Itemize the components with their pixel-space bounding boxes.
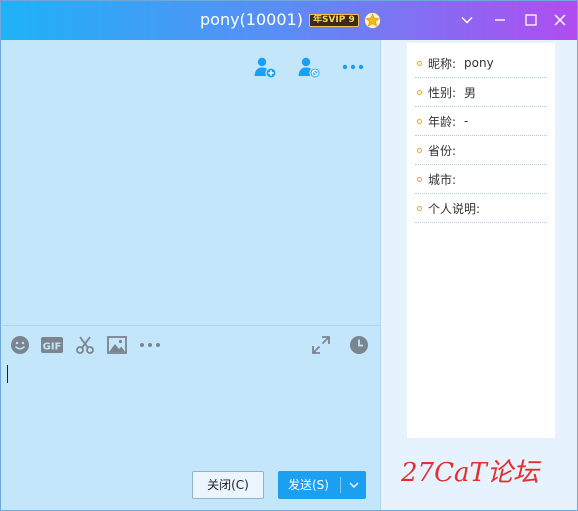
- gif-icon[interactable]: GIF: [40, 333, 64, 357]
- add-friend-icon[interactable]: [252, 54, 278, 80]
- more-icon[interactable]: [138, 333, 162, 357]
- title-bar[interactable]: pony(10001) 年SVIP 9: [1, 1, 577, 40]
- emoji-icon[interactable]: [8, 333, 32, 357]
- image-icon[interactable]: [105, 333, 129, 357]
- bullet-icon: [417, 118, 422, 124]
- star-icon: [364, 12, 380, 28]
- minimize-icon[interactable]: [489, 9, 511, 31]
- profile-panel: 昵称: pony 性别: 男 年龄: - 省份: 城市: 个人说明:: [381, 40, 577, 510]
- expand-icon[interactable]: [309, 333, 333, 357]
- profile-value: pony: [464, 56, 494, 70]
- watermark: 27CaT论坛: [400, 458, 542, 488]
- send-separator: [340, 477, 341, 493]
- profile-card: 昵称: pony 性别: 男 年龄: - 省份: 城市: 个人说明:: [407, 43, 555, 438]
- profile-row-city: 城市:: [415, 165, 547, 194]
- bullet-icon: [417, 147, 422, 153]
- close-icon[interactable]: [549, 9, 571, 31]
- close-button[interactable]: 关闭(C): [192, 471, 264, 499]
- chevron-down-icon[interactable]: [342, 471, 366, 499]
- send-button-label: 发送(S): [288, 478, 329, 492]
- chat-history[interactable]: [2, 40, 380, 326]
- title-group: pony(10001) 年SVIP 9: [200, 9, 381, 31]
- input-toolbar: GIF: [2, 331, 380, 359]
- watermark-text: 27CaT论坛: [400, 458, 542, 488]
- profile-value: 男: [464, 85, 477, 100]
- profile-label: 个人说明:: [428, 201, 481, 216]
- profile-row-gender: 性别: 男: [415, 78, 547, 107]
- bullet-icon: [417, 176, 422, 182]
- profile-row-province: 省份:: [415, 136, 547, 165]
- history-clock-icon[interactable]: [347, 333, 371, 357]
- profile-label: 年龄:: [428, 114, 457, 129]
- profile-row-bio: 个人说明:: [415, 194, 547, 223]
- chevron-down-icon[interactable]: [456, 9, 478, 31]
- profile-label: 城市:: [428, 172, 457, 187]
- text-caret: [7, 365, 8, 383]
- profile-label: 性别:: [428, 85, 457, 100]
- profile-row-age: 年龄: -: [415, 107, 547, 136]
- message-input[interactable]: [2, 359, 380, 465]
- maximize-icon[interactable]: [520, 9, 542, 31]
- more-icon[interactable]: [340, 54, 366, 80]
- profile-label: 省份:: [428, 143, 457, 158]
- bullet-icon: [417, 89, 422, 95]
- chat-actions: [252, 54, 366, 80]
- profile-value: -: [464, 114, 469, 128]
- input-divider: [2, 325, 380, 326]
- profile-label: 昵称:: [428, 56, 457, 71]
- bullet-icon: [417, 60, 422, 66]
- block-user-icon[interactable]: [296, 54, 322, 80]
- profile-row-nickname: 昵称: pony: [415, 49, 547, 78]
- vip-badge: 年SVIP 9: [308, 13, 359, 27]
- chat-window: pony(10001) 年SVIP 9 GIF 关闭(C) 发送(S) 昵称: …: [0, 0, 578, 511]
- gif-label: GIF: [43, 342, 62, 353]
- send-button[interactable]: 发送(S): [278, 471, 366, 499]
- bullet-icon: [417, 205, 422, 211]
- screenshot-scissors-icon[interactable]: [73, 333, 97, 357]
- window-title: pony(10001): [200, 10, 303, 29]
